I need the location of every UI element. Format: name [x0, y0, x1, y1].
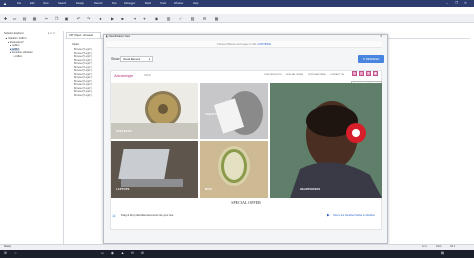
show-label: Show	[111, 57, 120, 61]
menu-file[interactable]: File	[17, 2, 21, 5]
stop-icon[interactable]: ■	[120, 16, 125, 21]
browser-icon[interactable]: ◉	[110, 251, 115, 256]
continue-link[interactable]: CONTINUE	[257, 43, 271, 46]
status-char: Ch 1	[450, 245, 456, 248]
panel-title: Solution Explorer	[4, 32, 24, 35]
tile-headphones[interactable]: HEADPHONES	[270, 83, 382, 198]
settings-icon[interactable]: ⚙	[140, 251, 145, 256]
brand-logo[interactable]: Advantage	[114, 73, 133, 78]
nav-special-offer[interactable]: SPECIAL OFFER	[286, 74, 303, 76]
brand-subtitle: DEMO	[144, 74, 152, 77]
info-text: Choose different web page or URL	[216, 43, 257, 46]
copy-icon[interactable]: ❐	[54, 16, 59, 21]
tile-label: TABLETS	[205, 113, 219, 116]
info-bar: Choose different web page or URL CONTINU…	[106, 41, 382, 48]
menu-debugger[interactable]: Debugger	[124, 2, 135, 5]
menu-record[interactable]: Record	[94, 2, 102, 5]
cut-icon[interactable]: ✂	[44, 16, 49, 21]
dialog-close-icon[interactable]: ✕	[380, 34, 383, 38]
panel-controls[interactable]: ▾ ✕ ✕	[48, 32, 55, 35]
file-explorer-icon[interactable]: ▭	[100, 251, 105, 256]
cart-icon[interactable]: ▣	[373, 71, 378, 76]
tree-item-library[interactable]: ▫ ordbm	[13, 55, 22, 58]
maximize-button[interactable]: ❐	[455, 1, 458, 5]
new-icon[interactable]: ✚	[3, 16, 8, 21]
headphones-image	[270, 83, 382, 198]
save-icon[interactable]: ▤	[22, 16, 27, 21]
status-column: Col 1	[436, 245, 442, 248]
object-repository-icon[interactable]: ▥	[166, 16, 171, 21]
drag-drop-icon: ⇲	[112, 213, 116, 218]
chevron-down-icon: ▾	[148, 58, 150, 61]
tile-mice[interactable]: MICE	[200, 141, 268, 198]
mail-icon[interactable]: ✉	[130, 251, 135, 256]
drag-drop-tip: Drag & Drop identified elements into you…	[121, 214, 174, 217]
how-it-works-link[interactable]: How is the Identified Visible on Website	[333, 214, 375, 217]
spy-icon[interactable]: ⌖	[142, 16, 147, 21]
notification-icon[interactable]: ▤	[440, 251, 445, 256]
status-line: Ln 1	[422, 245, 427, 248]
show-select-value: Visual Element	[123, 58, 141, 61]
menu-tools[interactable]: Tools	[160, 2, 166, 5]
video-icon: ▶	[327, 213, 330, 217]
grid-icon[interactable]: ▦	[214, 16, 219, 21]
nav-contact-us[interactable]: CONTACT US	[330, 74, 344, 76]
tile-laptops[interactable]: LAPTOPS	[111, 141, 198, 198]
menu-search[interactable]: Search	[58, 2, 66, 5]
redo-icon[interactable]: ↷	[86, 16, 91, 21]
dialog-title: ◧ Identification View	[106, 35, 131, 38]
document-tab[interactable]: UFT Object - All tested	[66, 32, 101, 38]
menu-run[interactable]: Run	[112, 2, 117, 5]
tile-speakers[interactable]: SPEAKERS	[111, 83, 198, 139]
save-all-icon[interactable]: ▦	[32, 16, 37, 21]
minimize-button[interactable]: –	[446, 1, 448, 5]
solution-explorer-panel	[2, 31, 64, 244]
menu-design[interactable]: Design	[76, 2, 84, 5]
menu-edit[interactable]: Edit	[30, 2, 34, 5]
record-icon[interactable]: ●	[98, 16, 103, 21]
help-icon[interactable]: ?	[366, 71, 371, 76]
tile-label: LAPTOPS	[116, 188, 130, 191]
tile-label: HEADPHONES	[300, 188, 321, 191]
undo-icon[interactable]: ↶	[76, 16, 81, 21]
toolbar: ✚ ▭ ▤ ▦ ✂ ❐ ▣ ↶ ↷ ● ▶ ■ ⇥ ⌖ ◉ ▥ ✓ ▧ ⚙ ▦	[0, 14, 474, 23]
menu-help[interactable]: Help	[193, 2, 198, 5]
menu-view[interactable]: View	[43, 2, 49, 5]
close-button[interactable]: ✕	[464, 1, 467, 5]
special-offer-heading: SPECIAL OFFER	[231, 200, 261, 205]
code-line: Browser("Login").	[74, 93, 93, 97]
user-icon[interactable]: ☺	[352, 71, 357, 76]
show-select[interactable]: Visual Element ▾	[120, 56, 153, 62]
checkpoint-icon[interactable]: ✓	[178, 16, 183, 21]
nav-our-products[interactable]: OUR PRODUCTS	[264, 74, 282, 76]
app-icon[interactable]: ▲	[120, 251, 125, 256]
menu-build[interactable]: Build	[145, 2, 151, 5]
breakpoint-icon[interactable]: ◉	[154, 16, 159, 21]
title-bar: ▲ File Edit View Search Design Record Ru…	[0, 0, 474, 7]
status-text: Ready	[4, 245, 11, 248]
nav-popular-items[interactable]: POPULAR ITEMS	[308, 74, 326, 76]
code-heading: Option	[72, 43, 80, 46]
paste-icon[interactable]: ▣	[64, 16, 69, 21]
refresh-button[interactable]: ⟳ REFRESH	[358, 55, 384, 63]
tablet-image	[200, 83, 268, 139]
start-icon[interactable]: ⊞	[3, 251, 8, 256]
run-icon[interactable]: ▶	[110, 16, 115, 21]
output-icon[interactable]: ▧	[190, 16, 195, 21]
search-icon[interactable]: ○	[13, 251, 18, 256]
settings-icon[interactable]: ⚙	[202, 16, 207, 21]
tile-tablets[interactable]: TABLETS	[200, 83, 268, 139]
tile-label: SPEAKERS	[116, 130, 132, 133]
menu-window[interactable]: Window	[174, 2, 183, 5]
tile-label: MICE	[205, 188, 213, 191]
search-icon[interactable]: ⌕	[359, 71, 364, 76]
step-icon[interactable]: ⇥	[132, 16, 137, 21]
app-logo-icon: ▲	[3, 0, 7, 6]
taskbar	[0, 250, 474, 258]
open-icon[interactable]: ▭	[12, 16, 17, 21]
